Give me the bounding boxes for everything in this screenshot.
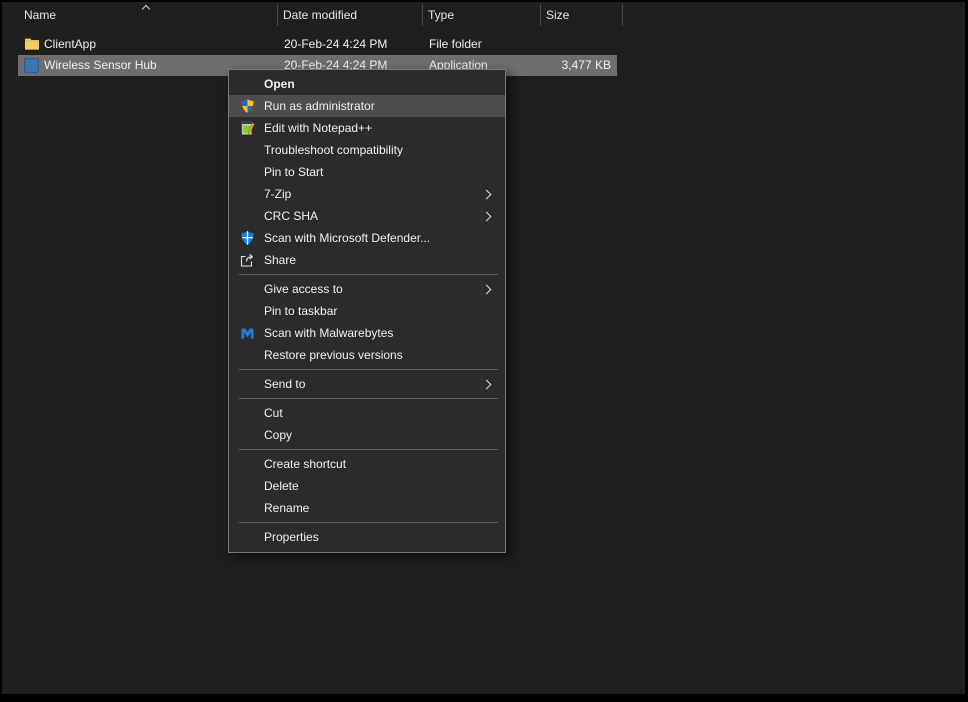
file-size: 3,477 KB xyxy=(540,55,614,76)
file-type: File folder xyxy=(429,34,539,55)
menu-item-pin-to-taskbar[interactable]: Pin to taskbar xyxy=(229,300,505,322)
column-header-size[interactable]: Size xyxy=(540,2,622,28)
defender-shield-icon xyxy=(239,230,255,246)
malwarebytes-icon xyxy=(239,325,255,341)
column-divider[interactable] xyxy=(422,4,423,26)
menu-separator xyxy=(239,398,498,399)
menu-item-properties[interactable]: Properties xyxy=(229,526,505,548)
file-name: ClientApp xyxy=(44,34,274,55)
submenu-arrow-icon xyxy=(482,379,492,389)
file-row-clientapp[interactable]: ClientApp 20-Feb-24 4:24 PM File folder xyxy=(18,34,617,55)
menu-item-crc-sha[interactable]: CRC SHA xyxy=(229,205,505,227)
menu-item-open[interactable]: Open xyxy=(229,73,505,95)
menu-item-share[interactable]: Share xyxy=(229,249,505,271)
context-menu: Open Run as administrator Edit with Note… xyxy=(228,69,506,553)
submenu-arrow-icon xyxy=(482,284,492,294)
menu-item-scan-with-microsoft-defender[interactable]: Scan with Microsoft Defender... xyxy=(229,227,505,249)
column-divider[interactable] xyxy=(622,4,623,26)
menu-item-scan-with-malwarebytes[interactable]: Scan with Malwarebytes xyxy=(229,322,505,344)
menu-separator xyxy=(239,522,498,523)
menu-item-edit-with-notepad[interactable]: Edit with Notepad++ xyxy=(229,117,505,139)
menu-item-troubleshoot-compatibility[interactable]: Troubleshoot compatibility xyxy=(229,139,505,161)
menu-item-7-zip[interactable]: 7-Zip xyxy=(229,183,505,205)
column-header-date-modified[interactable]: Date modified xyxy=(277,2,422,28)
file-list-pane: NameDate modifiedTypeSize ClientApp 20-F… xyxy=(2,2,965,694)
app-icon xyxy=(24,58,40,73)
menu-item-give-access-to[interactable]: Give access to xyxy=(229,278,505,300)
column-header-name[interactable]: Name xyxy=(18,2,277,28)
menu-item-run-as-administrator[interactable]: Run as administrator xyxy=(229,95,505,117)
notepadpp-icon xyxy=(239,120,255,136)
folder-icon xyxy=(24,37,40,52)
explorer-window: NameDate modifiedTypeSize ClientApp 20-F… xyxy=(0,0,968,702)
menu-item-rename[interactable]: Rename xyxy=(229,497,505,519)
submenu-arrow-icon xyxy=(482,189,492,199)
menu-separator xyxy=(239,369,498,370)
menu-item-create-shortcut[interactable]: Create shortcut xyxy=(229,453,505,475)
column-header-type[interactable]: Type xyxy=(422,2,540,28)
submenu-arrow-icon xyxy=(482,211,492,221)
menu-item-pin-to-start[interactable]: Pin to Start xyxy=(229,161,505,183)
file-size xyxy=(540,34,614,55)
menu-item-copy[interactable]: Copy xyxy=(229,424,505,446)
file-date-modified: 20-Feb-24 4:24 PM xyxy=(284,34,424,55)
column-headers: NameDate modifiedTypeSize xyxy=(2,2,965,28)
uac-shield-icon xyxy=(239,98,255,114)
menu-item-send-to[interactable]: Send to xyxy=(229,373,505,395)
menu-item-restore-previous-versions[interactable]: Restore previous versions xyxy=(229,344,505,366)
column-divider[interactable] xyxy=(540,4,541,26)
menu-separator xyxy=(239,449,498,450)
menu-separator xyxy=(239,274,498,275)
menu-item-delete[interactable]: Delete xyxy=(229,475,505,497)
column-divider[interactable] xyxy=(277,4,278,26)
share-icon xyxy=(239,252,255,268)
menu-item-cut[interactable]: Cut xyxy=(229,402,505,424)
